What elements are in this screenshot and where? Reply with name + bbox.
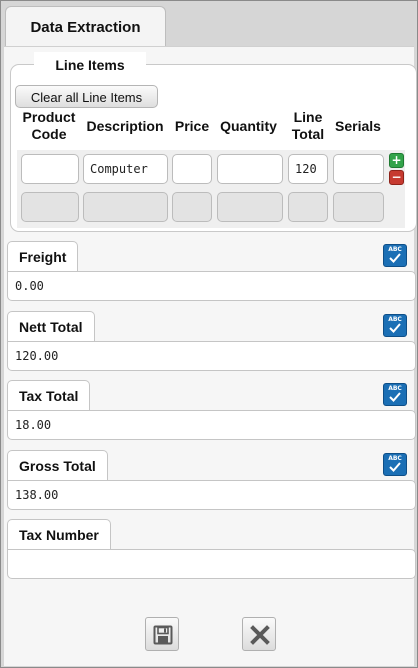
line-items-legend: Line Items bbox=[34, 52, 146, 78]
minus-icon[interactable]: − bbox=[389, 170, 404, 185]
tab-data-extraction[interactable]: Data Extraction bbox=[5, 6, 166, 46]
new-line-total-input[interactable] bbox=[288, 192, 328, 222]
close-icon bbox=[250, 625, 270, 645]
spellcheck-icon[interactable]: ABC bbox=[383, 314, 407, 337]
column-header-description: Description bbox=[86, 118, 164, 134]
serials-input[interactable] bbox=[333, 154, 384, 184]
plus-icon[interactable]: + bbox=[389, 153, 404, 168]
nett-total-field[interactable]: 120.00 bbox=[7, 341, 416, 371]
column-header-serials: Serials bbox=[335, 118, 381, 134]
spellcheck-icon[interactable]: ABC bbox=[383, 244, 407, 267]
freight-label: Freight bbox=[7, 241, 79, 271]
line-total-input[interactable]: 120 bbox=[288, 154, 328, 184]
tax-number-label: Tax Number bbox=[7, 519, 111, 549]
column-header-price: Price bbox=[174, 118, 210, 134]
tax-total-field[interactable]: 18.00 bbox=[7, 410, 416, 440]
new-price-input[interactable] bbox=[172, 192, 212, 222]
quantity-input[interactable] bbox=[217, 154, 283, 184]
price-input[interactable] bbox=[172, 154, 212, 184]
cancel-button[interactable] bbox=[242, 617, 276, 651]
freight-field[interactable]: 0.00 bbox=[7, 271, 416, 301]
tax-number-field[interactable] bbox=[7, 549, 416, 579]
tax-total-label: Tax Total bbox=[7, 380, 91, 410]
description-input[interactable]: Computer bbox=[83, 154, 168, 184]
column-header-quantity: Quantity bbox=[220, 118, 277, 134]
new-quantity-input[interactable] bbox=[217, 192, 283, 222]
save-icon bbox=[153, 625, 173, 645]
clear-line-items-button[interactable]: Clear all Line Items bbox=[15, 85, 158, 108]
column-header-product-code: Product Code bbox=[22, 109, 76, 142]
save-button[interactable] bbox=[145, 617, 179, 651]
spellcheck-icon[interactable]: ABC bbox=[383, 383, 407, 406]
new-product-code-input[interactable] bbox=[21, 192, 79, 222]
spellcheck-icon[interactable]: ABC bbox=[383, 453, 407, 476]
new-description-input[interactable] bbox=[83, 192, 168, 222]
product-code-input[interactable] bbox=[21, 154, 79, 184]
gross-total-label: Gross Total bbox=[7, 450, 108, 480]
column-header-line-total: Line Total bbox=[291, 109, 325, 142]
gross-total-field[interactable]: 138.00 bbox=[7, 480, 416, 510]
nett-total-label: Nett Total bbox=[7, 311, 95, 341]
new-serials-input[interactable] bbox=[333, 192, 384, 222]
